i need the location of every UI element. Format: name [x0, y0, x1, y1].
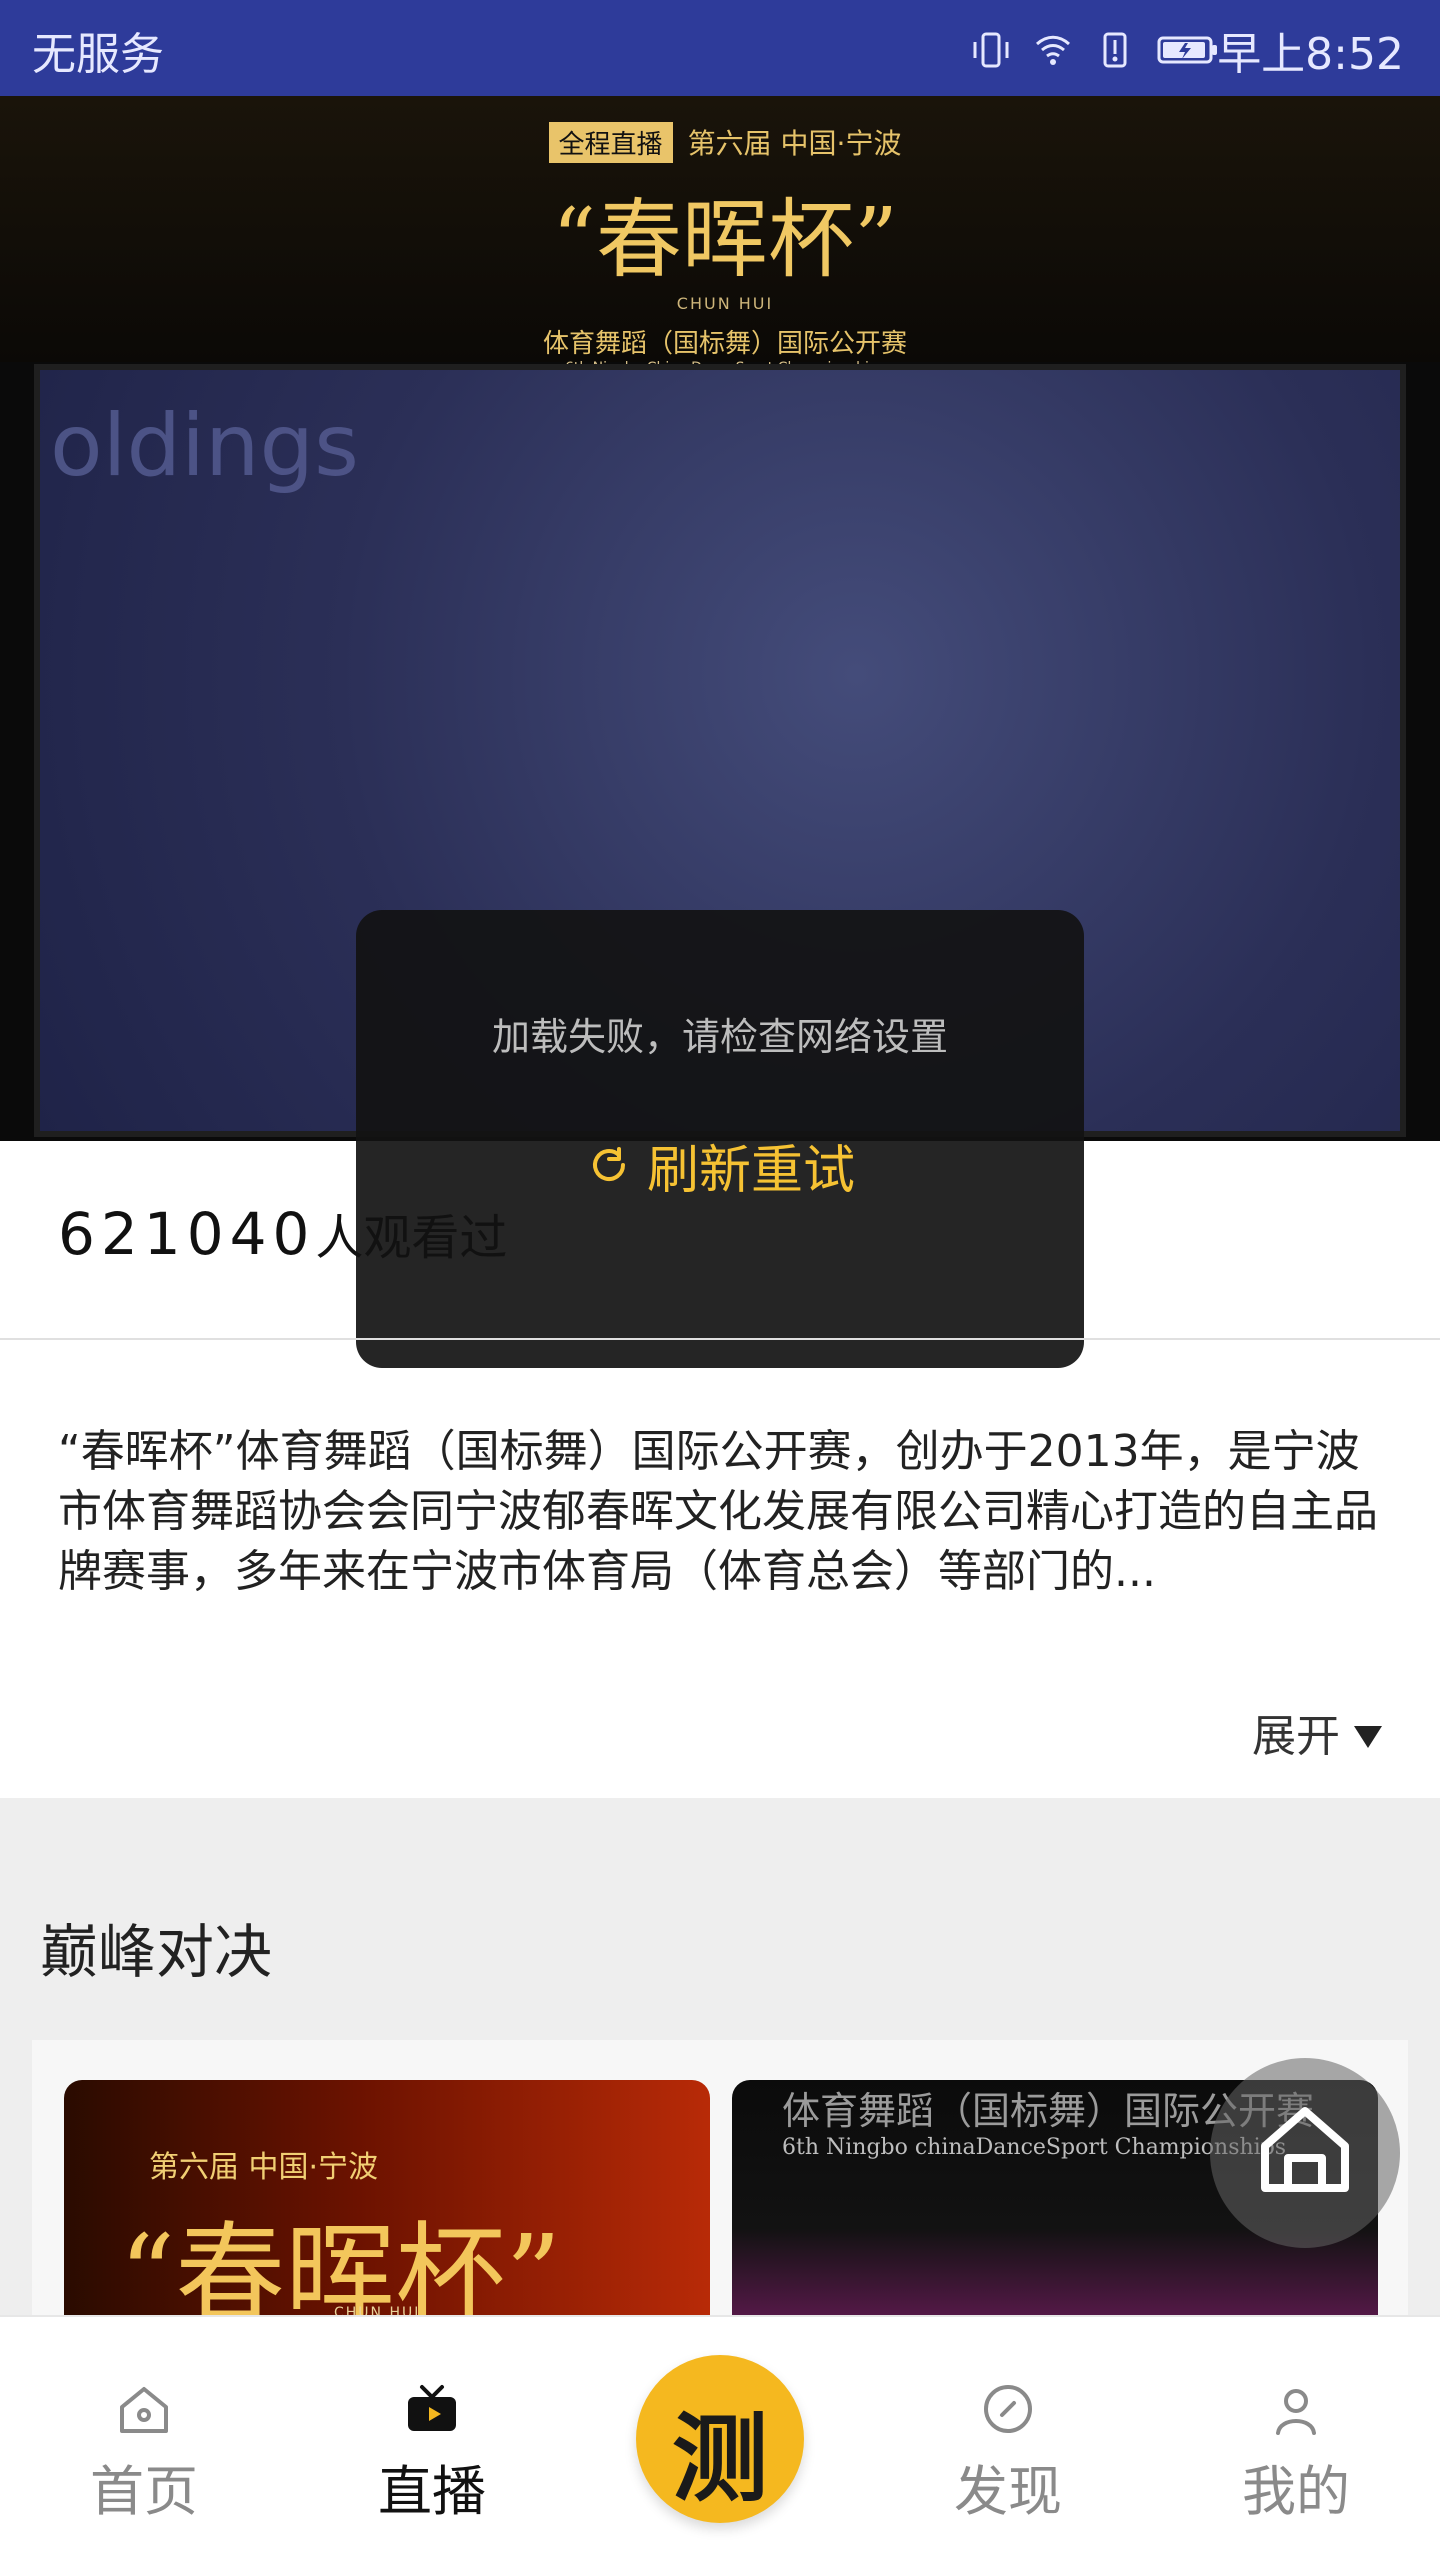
status-icons: 早上8:52 — [969, 18, 1404, 82]
video-card[interactable]: 第六届 中国·宁波 “春晖杯” CHUN HUI — [64, 2080, 710, 2350]
event-subtitle-cn: 体育舞蹈（国标舞）国际公开赛 — [542, 329, 907, 359]
divider — [0, 1338, 1440, 1340]
carrier-status: 无服务 — [32, 29, 164, 80]
section-title: 巅峰对决 — [40, 1918, 273, 1986]
event-banner: 全程直播 第六届 中国·宁波 “春晖杯” CHUN HUI 体育舞蹈（国标舞）国… — [0, 96, 1440, 376]
status-time: 早上8:52 — [1217, 29, 1404, 80]
compass-icon — [976, 2377, 1040, 2441]
retry-button[interactable]: 刷新重试 — [574, 1130, 866, 1201]
nav-home[interactable]: 首页 — [0, 2317, 288, 2562]
nav-discover[interactable]: 发现 — [864, 2317, 1152, 2562]
event-title: “春晖杯” — [552, 190, 898, 290]
retry-label: 刷新重试 — [646, 1140, 855, 1201]
viewer-count: 621040人观看过 — [58, 1198, 507, 1268]
live-badge: 全程直播 — [548, 122, 673, 163]
load-error-dialog: 加载失败，请检查网络设置 刷新重试 — [356, 910, 1084, 1368]
home-icon — [112, 2377, 176, 2441]
event-banner-text: 全程直播 第六届 中国·宁波 “春晖杯” CHUN HUI 体育舞蹈（国标舞）国… — [510, 122, 940, 376]
sim-alert-icon — [1093, 28, 1137, 72]
nav-me[interactable]: 我的 — [1152, 2317, 1440, 2562]
event-description: “春晖杯”体育舞蹈（国标舞）国际公开赛，创办于2013年，是宁波市体育舞蹈协会会… — [58, 1426, 1378, 1597]
event-header: 第六届 中国·宁波 — [687, 127, 902, 160]
viewer-count-number: 621040 — [58, 1200, 316, 1268]
status-bar: 无服务 早上8:52 — [0, 0, 1440, 96]
vibrate-icon — [969, 28, 1013, 72]
center-action-button[interactable]: 测 — [636, 2355, 804, 2523]
nav-home-label: 首页 — [90, 2460, 198, 2523]
nav-discover-label: 发现 — [954, 2460, 1062, 2523]
wifi-icon — [1031, 28, 1075, 72]
nav-live[interactable]: 直播 — [288, 2317, 576, 2562]
expand-label: 展开 — [1252, 1711, 1340, 1762]
floating-home-button[interactable] — [1210, 2058, 1400, 2248]
tv-icon — [400, 2377, 464, 2441]
battery-icon — [1155, 28, 1218, 72]
refresh-icon — [585, 1141, 633, 1189]
home-outline-icon — [1261, 2107, 1349, 2192]
event-title-en: CHUN HUI — [676, 294, 774, 313]
viewer-count-unit: 人观看过 — [315, 1210, 508, 1266]
nav-live-label: 直播 — [378, 2460, 486, 2523]
expand-description-button[interactable]: 展开 — [1252, 1700, 1382, 1764]
center-logo-icon: 测 — [672, 2403, 768, 2515]
video-watermark: oldings — [50, 396, 359, 496]
user-icon — [1264, 2377, 1328, 2441]
load-error-message: 加载失败，请检查网络设置 — [491, 1015, 948, 1059]
nav-me-label: 我的 — [1242, 2460, 1350, 2523]
chevron-down-icon — [1354, 1726, 1382, 1748]
card-subtitle: 第六届 中国·宁波 — [149, 2150, 379, 2185]
